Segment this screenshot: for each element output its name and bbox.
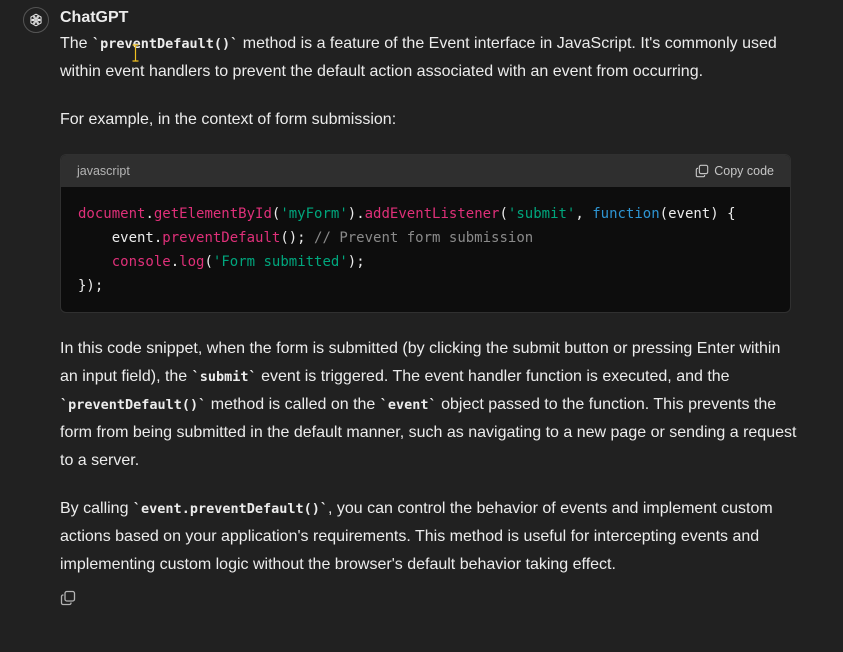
code-token: 'submit' [507, 206, 576, 222]
inline-code: `event` [379, 397, 437, 413]
inline-code: `submit` [191, 369, 257, 385]
copy-code-button[interactable]: Copy code [695, 164, 774, 178]
code-token: addEventListener [364, 206, 500, 222]
code-language-label: javascript [77, 164, 130, 178]
code-token: (); [280, 230, 315, 246]
copy-icon [695, 164, 709, 178]
code-line: document.getElementById ( 'myForm').addEve… [78, 202, 773, 226]
code-token: document [78, 206, 146, 222]
code-block-header: javascript Copy code [61, 155, 790, 187]
code-token: . [145, 206, 154, 222]
code-token: console [111, 254, 171, 270]
code-token: , [575, 206, 593, 222]
paragraph-example: For example, in the context of form subm… [60, 106, 800, 134]
code-token: getElementById [153, 206, 272, 222]
paragraph-text: The [60, 35, 93, 52]
openai-logo-icon [28, 12, 44, 28]
code-token: preventDefault [162, 230, 281, 246]
copy-code-label: Copy code [714, 164, 774, 178]
code-block-body[interactable]: document.getElementById('myForm').addEve… [61, 187, 790, 312]
paragraph-text: For example, in the context of form subm… [60, 111, 397, 128]
code-token: ( [499, 206, 508, 222]
paragraph-text: method is called on the [206, 396, 380, 413]
inline-code: `preventDefault()` [60, 397, 207, 413]
copy-icon [60, 590, 76, 606]
copy-message-button[interactable] [60, 590, 76, 606]
paragraph-text: event is triggered. The event handler fu… [256, 368, 730, 385]
code-token: 'myForm' [280, 206, 348, 222]
code-line: event.preventDefault(); // Prevent form … [78, 226, 773, 250]
code-token: . [170, 254, 180, 270]
code-token: }); [78, 278, 104, 294]
code-block: javascript Copy code document.getElement… [60, 154, 791, 313]
code-token: log [179, 254, 205, 270]
code-token: ). [347, 206, 365, 222]
code-token: // Prevent form submission [314, 230, 534, 246]
text-cursor-icon [131, 44, 140, 62]
code-token: (event) { [659, 206, 736, 222]
inline-code: `event.preventDefault()` [132, 501, 328, 517]
paragraph-conclusion: By calling `event.preventDefault()`, you… [60, 495, 800, 579]
inline-code: `preventDefault()` [92, 36, 239, 52]
message-content: The `preventDefault()` method is a featu… [60, 30, 800, 609]
code-line: console.log('Form submitted'); [78, 250, 773, 274]
message-actions [60, 587, 800, 609]
code-token: event. [78, 230, 163, 246]
code-token: ); [347, 254, 365, 270]
message-author: ChatGPT [60, 9, 129, 26]
message-avatar [23, 7, 49, 33]
code-token: 'Form submitted' [212, 254, 348, 270]
code-line: }); [78, 274, 773, 298]
code-token: function [592, 206, 660, 222]
code-token: ( [204, 254, 213, 270]
paragraph-text: By calling [60, 500, 133, 517]
paragraph-explanation: In this code snippet, when the form is s… [60, 335, 800, 475]
paragraph-intro: The `preventDefault()` method is a featu… [60, 30, 800, 86]
